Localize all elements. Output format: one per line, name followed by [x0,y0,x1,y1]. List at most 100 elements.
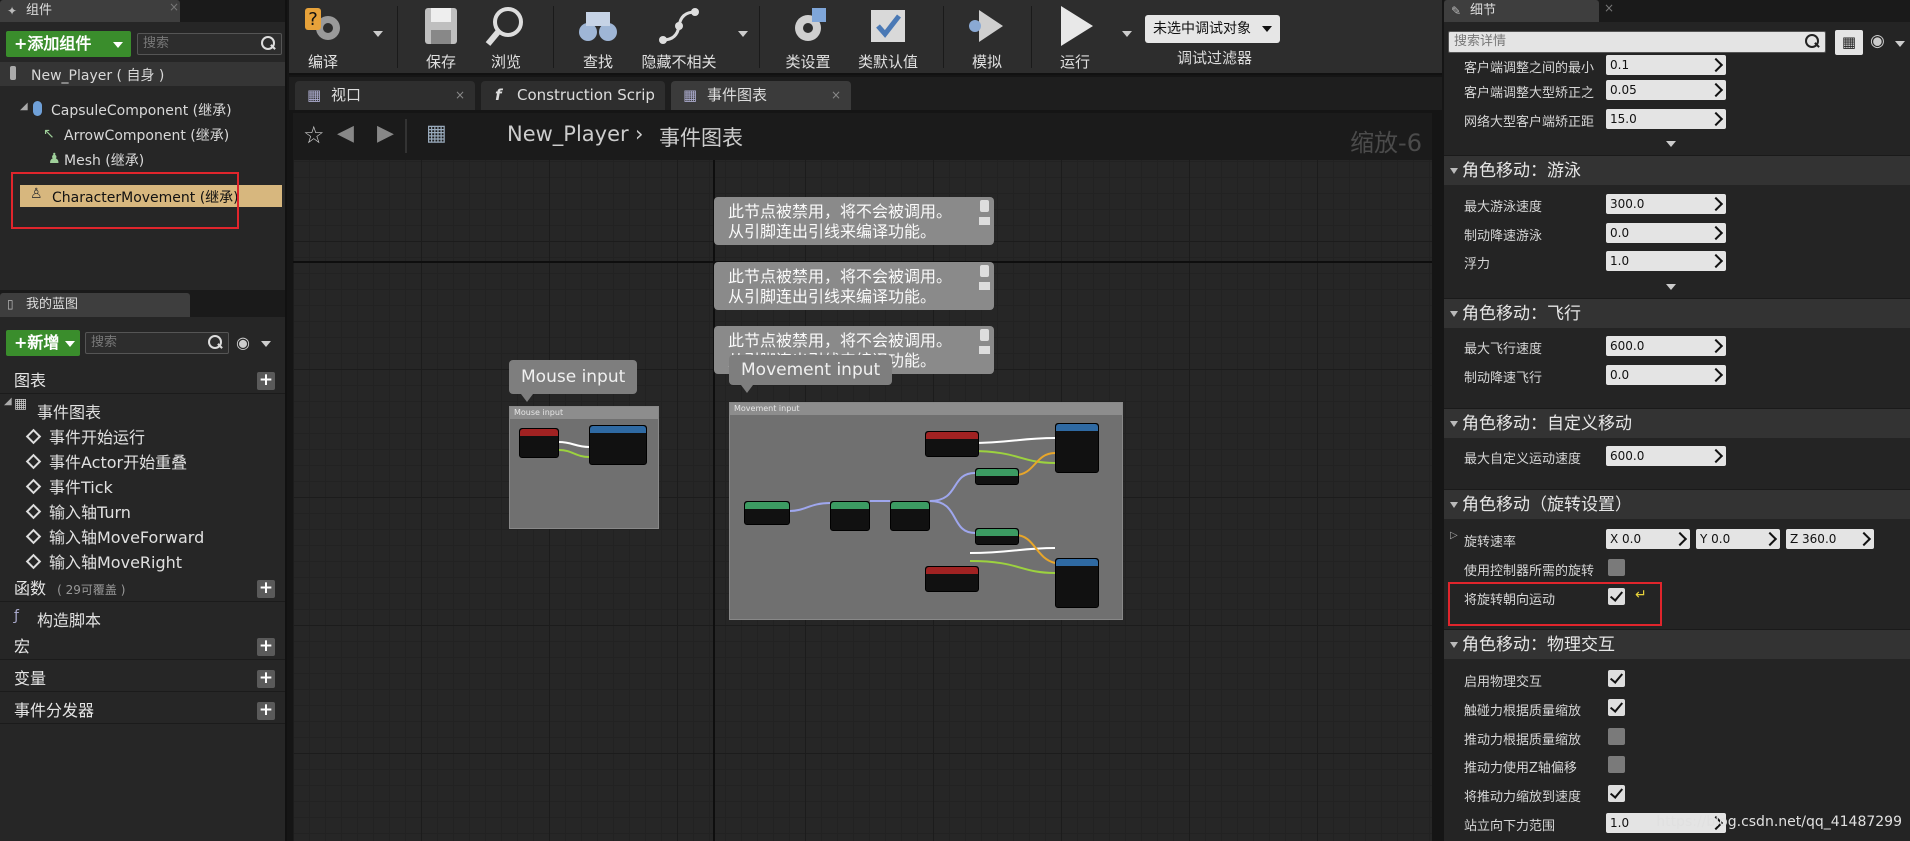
function-node[interactable] [890,501,930,531]
disabled-comment[interactable]: 此节点被禁用，将不会被调用。 从引脚连出引线来编译功能。 [714,262,994,310]
root-row[interactable]: New_Player ( 自身 ) [0,62,285,86]
close-icon[interactable]: × [455,81,465,110]
add-function-button[interactable]: + [257,580,275,598]
pin-icon[interactable] [980,200,989,212]
star-icon[interactable]: ☆ [303,121,325,149]
pin-icon[interactable] [980,329,989,341]
event-item[interactable]: 事件Actor开始重叠 [25,449,187,473]
details-search-input[interactable]: 搜索详情 [1448,31,1826,53]
eye-icon[interactable]: ◉ [1870,31,1885,51]
debug-object-dropdown[interactable]: 未选中调试对象 [1145,15,1280,43]
tab-close-icon[interactable]: × [1604,1,1614,15]
component-item[interactable]: CapsuleComponent (继承) [51,100,232,120]
dispatchers-header[interactable]: 事件分发器 + [0,698,285,724]
hide-unrelated-button[interactable]: 隐藏不相关 [634,0,724,75]
expand-arrow-icon[interactable]: ◢ [20,101,28,112]
macros-header[interactable]: 宏 + [0,634,285,660]
event-node[interactable] [925,431,979,457]
add-dispatcher-button[interactable]: + [257,702,275,720]
property-value[interactable]: 600.0 [1606,446,1726,466]
property-value[interactable]: 300.0 [1606,194,1726,214]
find-button[interactable]: 查找 [568,0,628,75]
graphs-header[interactable]: 图表 + [0,368,285,394]
component-item[interactable]: Mesh (继承) [64,150,144,170]
physics-checkbox[interactable] [1608,785,1625,802]
show-more-icon[interactable] [1666,284,1676,290]
physics-checkbox[interactable] [1608,728,1625,745]
event-item[interactable]: 事件开始运行 [25,424,145,448]
rotation-y-field[interactable]: Y 0.0 [1696,529,1780,549]
event-node[interactable] [925,566,979,592]
function-node[interactable] [975,468,1019,485]
property-value[interactable]: 0.0 [1606,365,1726,385]
tab-close-icon[interactable]: × [169,0,179,14]
property-value[interactable]: 1.0 [1606,251,1726,271]
add-variable-button[interactable]: + [257,670,275,688]
event-item[interactable]: 事件Tick [25,474,113,498]
simulate-button[interactable]: 模拟 [957,0,1017,75]
custom-section-header[interactable]: 角色移动：自定义移动 [1444,408,1910,438]
physics-section-header[interactable]: 角色移动：物理交互 [1444,629,1910,659]
close-icon[interactable]: × [831,81,841,110]
pin-icon[interactable] [980,265,989,277]
tab-components[interactable]: ✦ 组件 [0,0,180,22]
property-value[interactable]: 600.0 [1606,336,1726,356]
search-icon[interactable] [1803,33,1821,51]
tab-construction-script[interactable]: f Construction Scrip [481,81,665,110]
search-icon[interactable] [259,35,277,53]
property-value[interactable]: 0.05 [1606,80,1726,100]
function-node[interactable] [1055,558,1099,608]
physics-checkbox[interactable] [1608,670,1625,687]
swim-section-header[interactable]: 角色移动：游泳 [1444,155,1910,185]
browse-button[interactable]: 浏览 [476,0,536,75]
disabled-comment[interactable]: 此节点被禁用，将不会被调用。 从引脚连出引线来编译功能。 [714,197,994,245]
movement-input-comment-box[interactable]: Movement input [729,402,1123,620]
fly-section-header[interactable]: 角色移动：飞行 [1444,298,1910,328]
variables-header[interactable]: 变量 + [0,666,285,692]
use-controller-rotation-checkbox[interactable] [1608,559,1625,576]
function-node[interactable] [975,528,1019,545]
function-node[interactable] [1055,423,1099,473]
rotation-x-field[interactable]: X 0.0 [1606,529,1690,549]
event-graph-item[interactable]: 事件图表 [37,399,101,423]
add-macro-button[interactable]: + [257,638,275,656]
forward-arrow-icon[interactable]: ▶ [377,121,394,146]
mouse-input-comment-box[interactable]: Mouse input [509,406,659,529]
rotation-section-header[interactable]: 角色移动（旋转设置） [1444,489,1910,519]
functions-header[interactable]: 函数 ( 29可覆盖 ) + [0,576,285,602]
save-button[interactable]: 保存 [411,0,471,75]
play-button[interactable]: 运行 [1045,0,1105,75]
tab-event-graph[interactable]: ▦ 事件图表 × [671,81,851,110]
movement-input-bubble[interactable]: Movement input [729,355,893,393]
function-node[interactable] [830,501,870,531]
event-item[interactable]: 输入轴MoveRight [25,549,182,573]
eye-icon[interactable]: ◉ [236,333,250,352]
class-settings-button[interactable]: 类设置 [773,0,843,75]
show-more-icon[interactable] [1666,141,1676,147]
chevron-down-icon[interactable] [373,31,383,37]
physics-checkbox[interactable] [1608,756,1625,773]
component-item[interactable]: ArrowComponent (继承) [64,125,229,145]
tab-viewport[interactable]: ▦ 视口 × [295,81,475,110]
rotation-z-field[interactable]: Z 360.0 [1786,529,1874,549]
tab-details[interactable]: ✎ 细节 [1444,0,1599,22]
back-arrow-icon[interactable]: ◀ [337,121,354,146]
graph-canvas[interactable]: ☆ ◀ ▶ ▦ New_Player › 事件图表 缩放-6 此节点被禁用，将不… [293,113,1432,841]
getter-node[interactable] [744,501,790,525]
mouse-input-bubble[interactable]: Mouse input [509,360,638,402]
construction-script-item[interactable]: 构造脚本 [37,607,101,631]
expand-arrow-icon[interactable]: ▷ [1450,530,1458,541]
property-value[interactable]: 0.0 [1606,223,1726,243]
class-defaults-button[interactable]: 类默认值 [848,0,928,75]
chevron-down-icon[interactable] [1122,31,1132,37]
event-item[interactable]: 输入轴Turn [25,499,131,523]
chevron-down-icon[interactable] [738,31,748,37]
physics-checkbox[interactable] [1608,699,1625,716]
search-icon[interactable] [206,334,224,352]
components-search-input[interactable]: 搜索 [137,33,282,55]
blueprint-search-input[interactable]: 搜索 [85,332,229,354]
tab-my-blueprint[interactable]: ▯ 我的蓝图 [0,293,190,317]
add-graph-button[interactable]: + [257,372,275,390]
event-item[interactable]: 输入轴MoveForward [25,524,204,548]
expand-arrow-icon[interactable]: ◢ [4,396,12,407]
